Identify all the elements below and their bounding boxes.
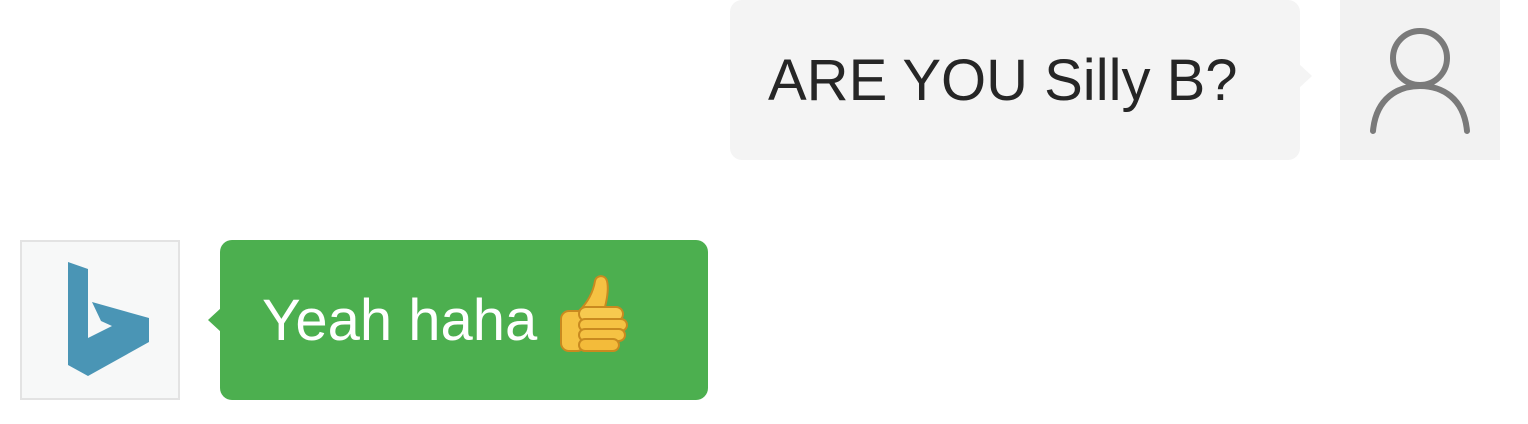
outgoing-message-text: ARE YOU Silly B? xyxy=(768,47,1238,113)
incoming-message: Yeah haha xyxy=(20,240,710,400)
chat-thread: ARE YOU Silly B? Yeah haha xyxy=(0,0,1528,424)
outgoing-bubble[interactable]: ARE YOU Silly B? xyxy=(730,0,1312,160)
bot-avatar[interactable] xyxy=(20,240,180,400)
bing-logo-icon xyxy=(68,262,149,376)
user-avatar[interactable] xyxy=(1340,0,1500,160)
incoming-bubble[interactable]: Yeah haha xyxy=(208,240,708,400)
outgoing-message: ARE YOU Silly B? xyxy=(730,0,1500,160)
user-outline-icon xyxy=(1370,28,1470,134)
thumbs-up-icon xyxy=(557,273,633,355)
incoming-message-text: Yeah haha xyxy=(262,287,538,353)
